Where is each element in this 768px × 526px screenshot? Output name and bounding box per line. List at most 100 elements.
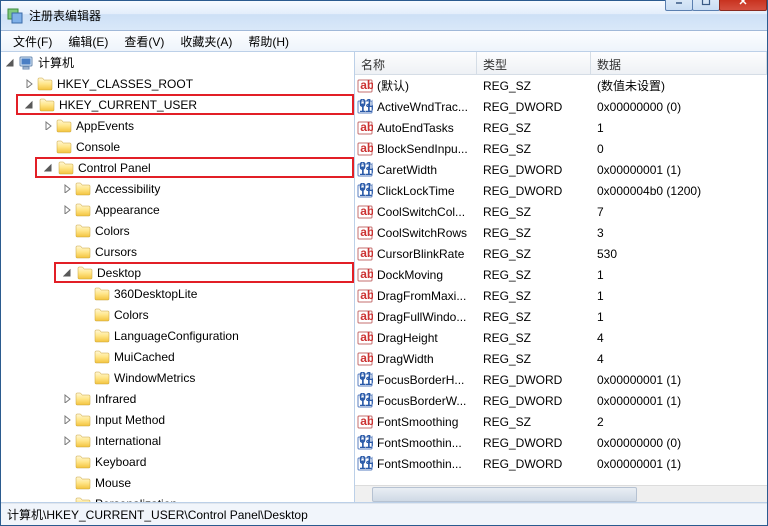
menubar: 文件(F) 编辑(E) 查看(V) 收藏夹(A) 帮助(H) — [1, 31, 767, 52]
list-row[interactable]: AutoEndTasksREG_SZ1 — [355, 117, 767, 138]
value-name: FontSmoothin... — [377, 436, 462, 450]
column-header-type[interactable]: 类型 — [477, 52, 591, 74]
menu-file[interactable]: 文件(F) — [5, 31, 60, 52]
tree-desktop-colors[interactable]: Colors — [77, 304, 354, 325]
minimize-button[interactable] — [665, 0, 693, 11]
expand-icon[interactable] — [6, 58, 15, 67]
string-value-icon — [357, 414, 373, 430]
string-value-icon — [357, 351, 373, 367]
expand-icon[interactable] — [63, 205, 72, 214]
list-row[interactable]: DockMovingREG_SZ1 — [355, 264, 767, 285]
tree-360desktoplite[interactable]: 360DesktopLite — [77, 283, 354, 304]
list-row[interactable]: DragFullWindo...REG_SZ1 — [355, 306, 767, 327]
tree-langcfg[interactable]: LanguageConfiguration — [77, 325, 354, 346]
expand-icon[interactable] — [63, 184, 72, 193]
expand-icon[interactable] — [44, 121, 53, 130]
list-body[interactable]: (默认)REG_SZ(数值未设置)ActiveWndTrac...REG_DWO… — [355, 75, 767, 485]
list-row[interactable]: FontSmoothin...REG_DWORD0x00000001 (1) — [355, 453, 767, 474]
folder-icon — [75, 412, 91, 428]
list-row[interactable]: CursorBlinkRateREG_SZ530 — [355, 243, 767, 264]
maximize-button[interactable] — [692, 0, 720, 11]
expand-icon[interactable] — [63, 394, 72, 403]
folder-icon — [56, 118, 72, 134]
binary-value-icon — [357, 99, 373, 115]
tree-desktop[interactable]: Desktop — [54, 262, 354, 283]
tree-pane[interactable]: 计算机 HKEY_CLASSES_ROOT — [1, 52, 355, 502]
value-name: AutoEndTasks — [377, 121, 454, 135]
expand-icon[interactable] — [44, 163, 53, 172]
tree-control-panel[interactable]: Control Panel — [35, 157, 354, 178]
folder-icon — [75, 223, 91, 239]
tree-colors[interactable]: Colors — [58, 220, 354, 241]
expand-icon[interactable] — [25, 100, 34, 109]
folder-icon — [75, 244, 91, 260]
folder-icon — [75, 454, 91, 470]
binary-value-icon — [357, 435, 373, 451]
tree-international[interactable]: International — [58, 430, 354, 451]
value-data: 530 — [591, 247, 767, 261]
tree-hkcr[interactable]: HKEY_CLASSES_ROOT — [20, 73, 354, 94]
expand-icon[interactable] — [63, 268, 72, 277]
list-row[interactable]: FocusBorderH...REG_DWORD0x00000001 (1) — [355, 369, 767, 390]
value-data: 4 — [591, 331, 767, 345]
expand-icon[interactable] — [25, 79, 34, 88]
list-row[interactable]: ActiveWndTrac...REG_DWORD0x00000000 (0) — [355, 96, 767, 117]
expand-icon[interactable] — [63, 436, 72, 445]
menu-view[interactable]: 查看(V) — [116, 31, 172, 52]
app-icon — [7, 8, 23, 24]
list-row[interactable]: DragWidthREG_SZ4 — [355, 348, 767, 369]
list-row[interactable]: BlockSendInpu...REG_SZ0 — [355, 138, 767, 159]
binary-value-icon — [357, 183, 373, 199]
list-row[interactable]: CoolSwitchRowsREG_SZ3 — [355, 222, 767, 243]
tree-mouse[interactable]: Mouse — [58, 472, 354, 493]
column-header-name[interactable]: 名称 — [355, 52, 477, 74]
binary-value-icon — [357, 372, 373, 388]
list-row[interactable]: ClickLockTimeREG_DWORD0x000004b0 (1200) — [355, 180, 767, 201]
tree-console[interactable]: Console — [39, 136, 354, 157]
list-row[interactable]: DragHeightREG_SZ4 — [355, 327, 767, 348]
string-value-icon — [357, 78, 373, 94]
menu-edit[interactable]: 编辑(E) — [60, 31, 116, 52]
list-row[interactable]: (默认)REG_SZ(数值未设置) — [355, 75, 767, 96]
value-data: 1 — [591, 310, 767, 324]
tree-infrared[interactable]: Infrared — [58, 388, 354, 409]
tree-personalization[interactable]: Personalization — [58, 493, 354, 502]
value-name: (默认) — [377, 77, 409, 94]
value-data: (数值未设置) — [591, 77, 767, 94]
value-name: DragHeight — [377, 331, 438, 345]
list-row[interactable]: FocusBorderW...REG_DWORD0x00000001 (1) — [355, 390, 767, 411]
folder-icon — [77, 265, 93, 281]
value-type: REG_DWORD — [477, 436, 591, 450]
column-header-data[interactable]: 数据 — [591, 52, 767, 74]
tree-accessibility[interactable]: Accessibility — [58, 178, 354, 199]
tree-appearance[interactable]: Appearance — [58, 199, 354, 220]
folder-icon — [75, 496, 91, 503]
list-row[interactable]: CoolSwitchCol...REG_SZ7 — [355, 201, 767, 222]
list-row[interactable]: DragFromMaxi...REG_SZ1 — [355, 285, 767, 306]
scrollbar-thumb[interactable] — [372, 487, 637, 502]
tree-input-method[interactable]: Input Method — [58, 409, 354, 430]
value-type: REG_SZ — [477, 352, 591, 366]
expand-icon[interactable] — [63, 415, 72, 424]
titlebar[interactable]: 注册表编辑器 — [1, 1, 767, 31]
tree-windowmetrics[interactable]: WindowMetrics — [77, 367, 354, 388]
value-data: 7 — [591, 205, 767, 219]
menu-help[interactable]: 帮助(H) — [240, 31, 297, 52]
menu-favorites[interactable]: 收藏夹(A) — [172, 31, 240, 52]
value-data: 0x000004b0 (1200) — [591, 184, 767, 198]
close-button[interactable] — [719, 0, 767, 11]
list-row[interactable]: FontSmoothingREG_SZ2 — [355, 411, 767, 432]
horizontal-scrollbar[interactable] — [355, 485, 767, 502]
string-value-icon — [357, 120, 373, 136]
tree-hkcu[interactable]: HKEY_CURRENT_USER — [16, 94, 354, 115]
list-row[interactable]: CaretWidthREG_DWORD0x00000001 (1) — [355, 159, 767, 180]
tree-keyboard[interactable]: Keyboard — [58, 451, 354, 472]
tree-cursors[interactable]: Cursors — [58, 241, 354, 262]
tree-muicached[interactable]: MuiCached — [77, 346, 354, 367]
list-row[interactable]: FontSmoothin... REG_DWORD0x00000000 (0) — [355, 432, 767, 453]
value-data: 0x00000001 (1) — [591, 373, 767, 387]
tree-appevents[interactable]: AppEvents — [39, 115, 354, 136]
value-name: CoolSwitchRows — [377, 226, 467, 240]
value-data: 0x00000000 (0) — [591, 436, 767, 450]
tree-root-computer[interactable]: 计算机 — [1, 52, 354, 73]
